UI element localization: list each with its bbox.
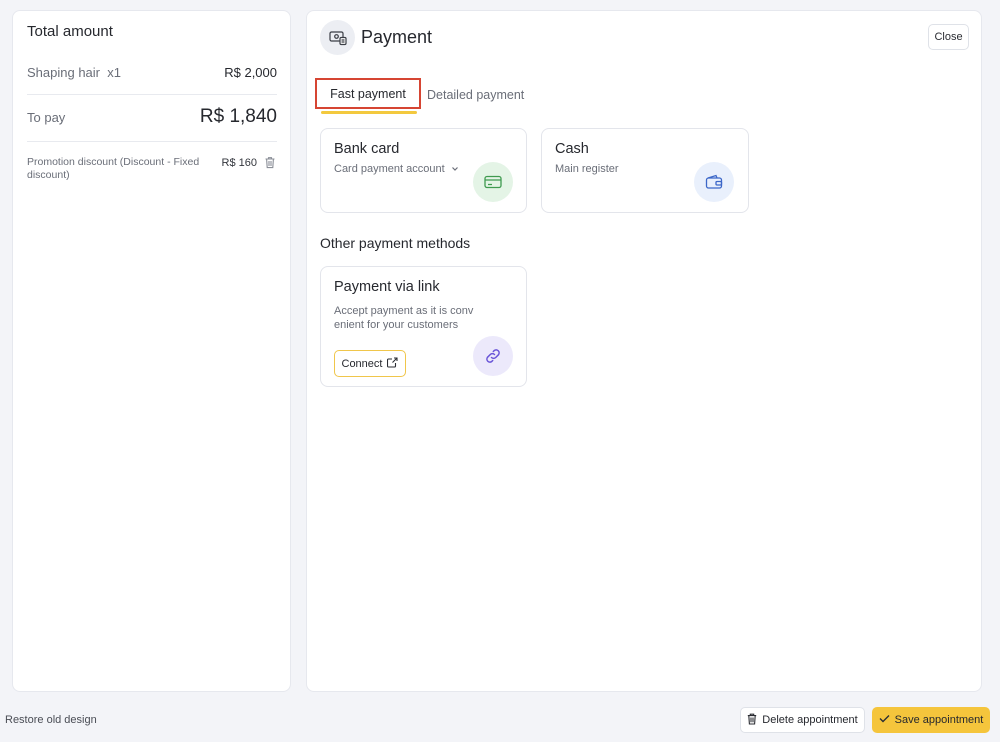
to-pay-label: To pay <box>27 110 66 125</box>
chevron-down-icon <box>451 163 459 175</box>
to-pay-value: R$ 1,840 <box>199 106 277 127</box>
credit-card-icon <box>473 162 513 202</box>
link-icon <box>473 336 513 376</box>
save-appointment-button[interactable]: Save appointment <box>872 707 990 733</box>
summary-title: Total amount <box>27 23 113 40</box>
connect-label: Connect <box>341 357 383 370</box>
dropdown-value: Card payment account <box>334 163 445 175</box>
divider <box>27 94 277 95</box>
tab-detailed-payment[interactable]: Detailed payment <box>427 88 524 102</box>
remove-discount-trash-icon[interactable] <box>264 156 276 169</box>
payment-panel: Payment Close Fast payment Detailed paym… <box>306 10 982 692</box>
restore-old-design-link[interactable]: Restore old design <box>5 714 97 726</box>
bank-card-method[interactable]: Bank card Card payment account <box>320 128 527 213</box>
summary-panel: Total amount Shaping hair x1 R$ 2,000 To… <box>12 10 291 692</box>
cash-method[interactable]: Cash Main register <box>541 128 749 213</box>
method-title: Bank card <box>334 141 400 157</box>
active-tab-indicator <box>321 111 417 114</box>
payment-title: Payment <box>361 27 433 47</box>
save-label: Save appointment <box>894 714 984 726</box>
method-title: Payment via link <box>334 279 440 295</box>
checkmark-icon <box>879 714 890 726</box>
promo-discount-label: Promotion discount (Discount - Fixed dis… <box>27 156 200 181</box>
service-name: Shaping hair x1 <box>27 65 121 80</box>
promo-discount-value: R$ 160 <box>221 157 257 169</box>
trash-icon <box>747 713 757 728</box>
divider <box>27 141 277 142</box>
tab-fast-payment[interactable]: Fast payment <box>315 78 421 109</box>
payment-link-method: Payment via link Accept payment as it is… <box>320 266 527 387</box>
wallet-icon <box>694 162 734 202</box>
method-title: Cash <box>555 141 589 157</box>
close-button[interactable]: Close <box>928 24 969 50</box>
method-subtitle: Main register <box>555 163 619 175</box>
card-account-dropdown[interactable]: Card payment account <box>334 163 459 175</box>
tab-label: Fast payment <box>330 86 406 101</box>
connect-button[interactable]: Connect <box>334 350 406 377</box>
delete-appointment-button[interactable]: Delete appointment <box>740 707 865 733</box>
other-methods-heading: Other payment methods <box>320 235 471 251</box>
payment-icon <box>320 20 355 55</box>
delete-label: Delete appointment <box>762 714 858 726</box>
service-price: R$ 2,000 <box>224 65 277 80</box>
method-description: Accept payment as it is conv enient for … <box>334 305 474 331</box>
external-link-icon <box>387 356 399 371</box>
